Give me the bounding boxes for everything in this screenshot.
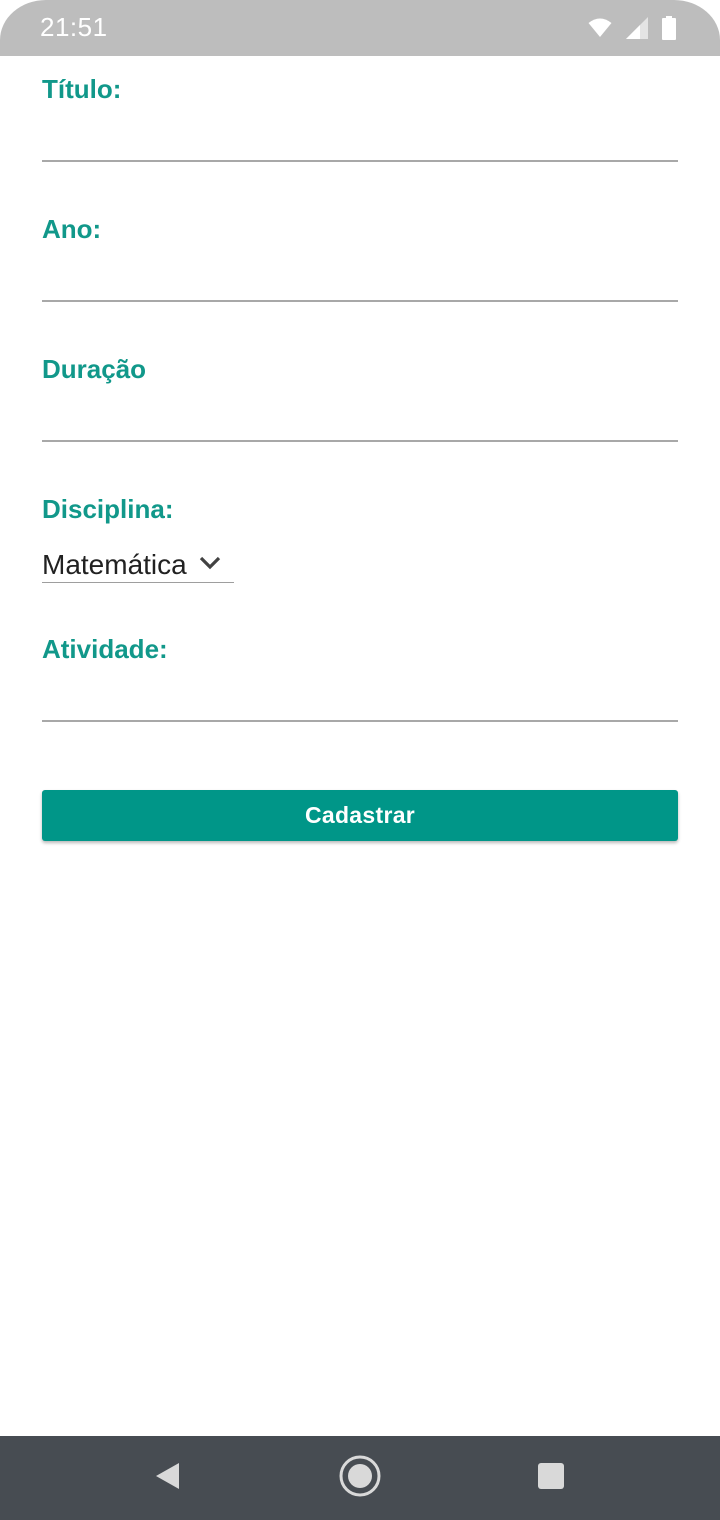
status-bar: 21:51 xyxy=(0,0,720,56)
cadastrar-button[interactable]: Cadastrar xyxy=(42,790,678,841)
wifi-icon xyxy=(588,18,612,38)
back-icon xyxy=(153,1461,181,1496)
status-icons xyxy=(588,16,676,40)
battery-icon xyxy=(662,16,676,40)
home-icon xyxy=(339,1455,381,1502)
ano-input[interactable] xyxy=(42,262,678,302)
disciplina-label: Disciplina: xyxy=(42,494,174,524)
navigation-bar xyxy=(0,1436,720,1520)
disciplina-select[interactable]: Matemática xyxy=(42,548,234,583)
status-time: 21:51 xyxy=(40,12,108,42)
chevron-down-icon xyxy=(199,556,221,575)
app-screen: 21:51 Título: Ano: Duração Disciplina: M… xyxy=(0,0,720,1520)
back-button[interactable] xyxy=(127,1436,207,1520)
cell-signal-icon xyxy=(626,17,648,39)
atividade-label: Atividade: xyxy=(42,634,168,664)
disciplina-selected-value: Matemática xyxy=(42,549,187,580)
ano-label: Ano: xyxy=(42,214,102,244)
duracao-input[interactable] xyxy=(42,402,678,442)
recents-button[interactable] xyxy=(511,1436,591,1520)
atividade-input[interactable] xyxy=(42,682,678,722)
titulo-label: Título: xyxy=(42,74,122,104)
home-button[interactable] xyxy=(320,1436,400,1520)
duracao-label: Duração xyxy=(42,354,147,384)
recents-icon xyxy=(537,1462,565,1495)
titulo-input[interactable] xyxy=(42,122,678,162)
